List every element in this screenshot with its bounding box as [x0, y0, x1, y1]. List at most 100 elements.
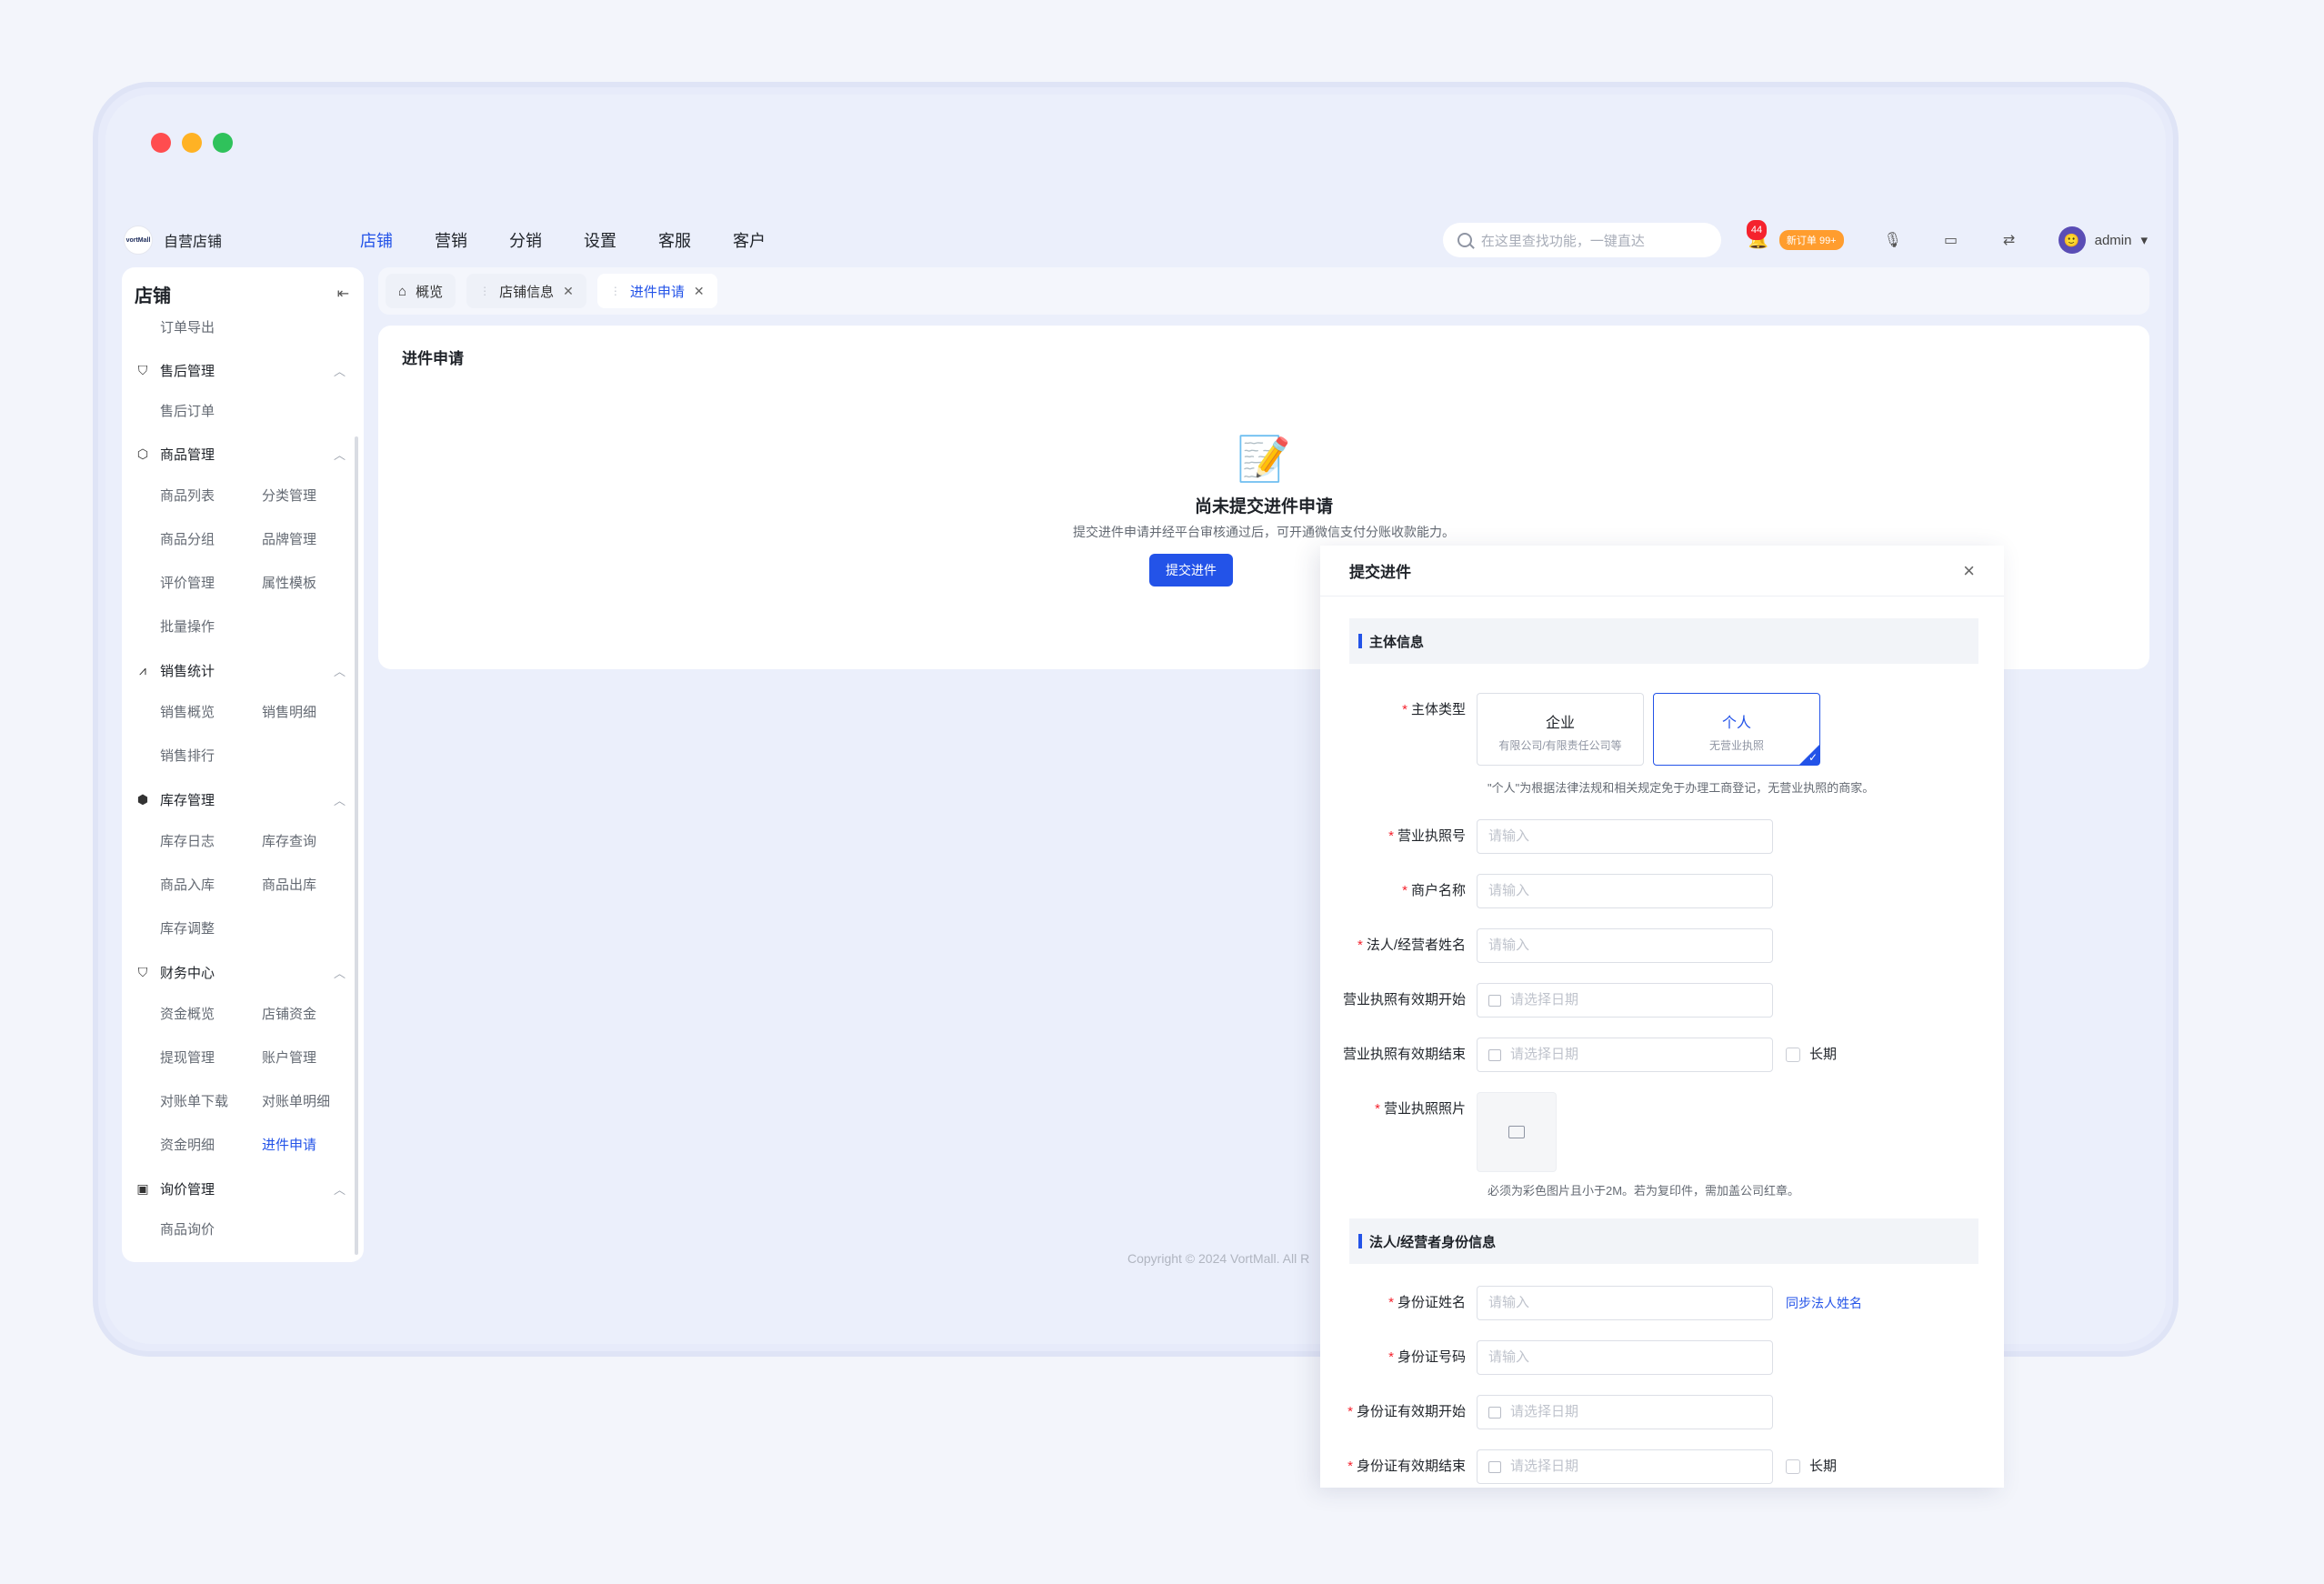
sidebar-item[interactable]: 商品出库 [262, 864, 364, 907]
sidebar-scrollbar[interactable] [355, 436, 358, 1255]
legal-name-input[interactable]: 请输入 [1477, 928, 1773, 963]
sidebar-item[interactable]: 属性模板 [262, 562, 364, 606]
new-order-badge[interactable]: 新订单 99+ [1778, 230, 1844, 250]
sidebar-item[interactable]: 库存查询 [262, 820, 364, 864]
merchant-name-input[interactable]: 请输入 [1477, 874, 1773, 908]
nav-item-distribution[interactable]: 分销 [509, 228, 542, 252]
sidebar-item[interactable]: 商品列表 [160, 475, 262, 518]
memo-icon: 📝 [1237, 436, 1291, 484]
close-icon[interactable]: ✕ [694, 284, 705, 299]
sidebar-item[interactable]: 资金明细 [160, 1124, 262, 1168]
input-placeholder: 请输入 [1488, 1295, 1530, 1310]
cube-icon: ⬡ [136, 446, 149, 461]
license-start-date-picker[interactable]: 请选择日期 [1477, 983, 1773, 1018]
close-icon[interactable]: ✕ [563, 284, 574, 299]
minimize-window-button[interactable] [182, 133, 202, 153]
translate-icon[interactable]: ⇄ [2000, 231, 2018, 249]
tab-store-info[interactable]: ⋮ 店铺信息 ✕ [466, 274, 586, 308]
sidebar-item[interactable]: 评价管理 [160, 562, 262, 606]
sidebar-item[interactable]: 商品入库 [160, 864, 262, 907]
drag-handle-icon[interactable]: ⋮ [479, 285, 490, 297]
nav-item-marketing[interactable]: 营销 [435, 228, 467, 252]
sidebar-item[interactable]: 资金概览 [160, 993, 262, 1037]
sidebar-item[interactable]: 分类管理 [262, 475, 364, 518]
id-no-input[interactable]: 请输入 [1477, 1340, 1773, 1375]
long-term-checkbox[interactable]: 长期 [1786, 1038, 1837, 1072]
sidebar-item[interactable]: 品牌管理 [262, 518, 364, 562]
window-controls [151, 133, 233, 153]
sidebar-item-order-export[interactable]: 订单导出 [135, 307, 351, 349]
checkbox-label: 长期 [1809, 1047, 1838, 1062]
nav-item-service[interactable]: 客服 [658, 228, 691, 252]
nav-item-settings[interactable]: 设置 [584, 228, 616, 252]
sidebar-item[interactable]: 销售明细 [262, 691, 364, 735]
checkbox[interactable] [1786, 1048, 1800, 1062]
id-end-date-picker[interactable]: 请选择日期 [1477, 1449, 1773, 1484]
sidebar-item-onboarding-active[interactable]: 进件申请 [262, 1124, 364, 1168]
sidebar-item[interactable]: 账户管理 [262, 1037, 364, 1080]
id-long-term-checkbox[interactable]: 长期 [1786, 1449, 1837, 1484]
field-label: * 商户名称 [1320, 874, 1477, 908]
sidebar: 店铺 ⇤ 订单导出 ⛉ 售后管理 ︿ 售后订单 ⬡ 商品管理 ︿ 商品列表 分类… [122, 267, 364, 1262]
store-icon[interactable]: ▭ [1942, 231, 1960, 249]
license-end-date-picker[interactable]: 请选择日期 [1477, 1038, 1773, 1072]
license-photo-upload[interactable] [1477, 1092, 1557, 1172]
license-no-input[interactable]: 请输入 [1477, 819, 1773, 854]
sidebar-item[interactable]: 商品询价 [135, 1209, 351, 1251]
sidebar-item[interactable]: 店铺资金 [262, 993, 364, 1037]
user-menu[interactable]: 🙂 admin ▾ [2058, 226, 2148, 254]
subject-type-enterprise[interactable]: 企业 有限公司/有限责任公司等 [1477, 693, 1644, 766]
sidebar-item[interactable]: 库存调整 [160, 907, 262, 951]
collapse-sidebar-icon[interactable]: ⇤ [337, 285, 349, 303]
chevron-up-icon: ︿ [333, 966, 346, 980]
subject-type-personal[interactable]: 个人 无营业执照 ✓ [1653, 693, 1820, 766]
search-icon [1457, 233, 1472, 247]
checkbox[interactable] [1786, 1459, 1800, 1474]
sidebar-group-finance[interactable]: ⛉ 财务中心 ︿ [135, 951, 351, 993]
required-mark: * [1402, 702, 1407, 717]
id-start-date-picker[interactable]: 请选择日期 [1477, 1395, 1773, 1429]
drag-handle-icon[interactable]: ⋮ [610, 285, 621, 297]
chevron-up-icon: ︿ [333, 447, 346, 462]
nav-item-store[interactable]: 店铺 [360, 228, 393, 252]
sidebar-item[interactable]: 库存日志 [160, 820, 262, 864]
sidebar-item[interactable]: 批量操作 [160, 606, 262, 649]
search-input[interactable]: 在这里查找功能，一键直达 [1442, 223, 1721, 257]
microphone-icon[interactable]: 🎙 [1883, 231, 1901, 249]
nav-item-customers[interactable]: 客户 [733, 228, 766, 252]
license-start-row: 营业执照有效期开始 请选择日期 [1320, 983, 2004, 1018]
close-icon[interactable]: × [1963, 559, 1975, 583]
sidebar-item[interactable]: 对账单明细 [262, 1080, 364, 1124]
sidebar-group-after-sales[interactable]: ⛉ 售后管理 ︿ [135, 349, 351, 391]
tab-overview[interactable]: ⌂ 概览 [386, 274, 456, 308]
submit-drawer: 提交进件 × 主体信息 * 主体类型 企业 有限公司/有限责任公司等 个人 无营业… [1320, 546, 2004, 1488]
calendar-icon [1488, 1460, 1501, 1473]
sidebar-group-sales-stats[interactable]: ⩘ 销售统计 ︿ [135, 649, 351, 691]
sidebar-item[interactable]: 销售概览 [160, 691, 262, 735]
tab-onboarding[interactable]: ⋮ 进件申请 ✕ [596, 274, 717, 308]
sidebar-item[interactable]: 销售排行 [160, 735, 262, 778]
sidebar-item[interactable]: 对账单下载 [160, 1080, 262, 1124]
sidebar-item[interactable]: 售后订单 [135, 391, 351, 433]
sidebar-list: 订单导出 ⛉ 售后管理 ︿ 售后订单 ⬡ 商品管理 ︿ 商品列表 分类管理 商品… [122, 307, 364, 1251]
card-title: 个人 [1721, 716, 1751, 731]
brand[interactable]: vortMall 自营店铺 [124, 226, 360, 255]
submit-onboarding-button[interactable]: 提交进件 [1149, 554, 1233, 586]
close-window-button[interactable] [151, 133, 171, 153]
field-label: * 身份证号码 [1320, 1340, 1477, 1375]
id-name-input[interactable]: 请输入 [1477, 1286, 1773, 1320]
sidebar-item[interactable]: 提现管理 [160, 1037, 262, 1080]
label-text: 身份证姓名 [1397, 1295, 1466, 1310]
sidebar-item[interactable]: 商品分组 [160, 518, 262, 562]
sidebar-group-products[interactable]: ⬡ 商品管理 ︿ [135, 433, 351, 475]
input-placeholder: 请选择日期 [1510, 1459, 1579, 1474]
maximize-window-button[interactable] [213, 133, 233, 153]
sync-legal-name-link[interactable]: 同步法人姓名 [1786, 1286, 1862, 1320]
notification-count-badge: 44 [1746, 220, 1768, 240]
shield-icon: ⛉ [137, 362, 148, 377]
label-text: 商户名称 [1410, 883, 1466, 898]
bell-icon[interactable]: 🔔 44 [1746, 220, 1768, 249]
sidebar-group-inquiry[interactable]: ▣ 询价管理 ︿ [135, 1168, 351, 1209]
sidebar-group-inventory[interactable]: ⬢ 库存管理 ︿ [135, 778, 351, 820]
field-label: * 主体类型 [1320, 693, 1477, 727]
